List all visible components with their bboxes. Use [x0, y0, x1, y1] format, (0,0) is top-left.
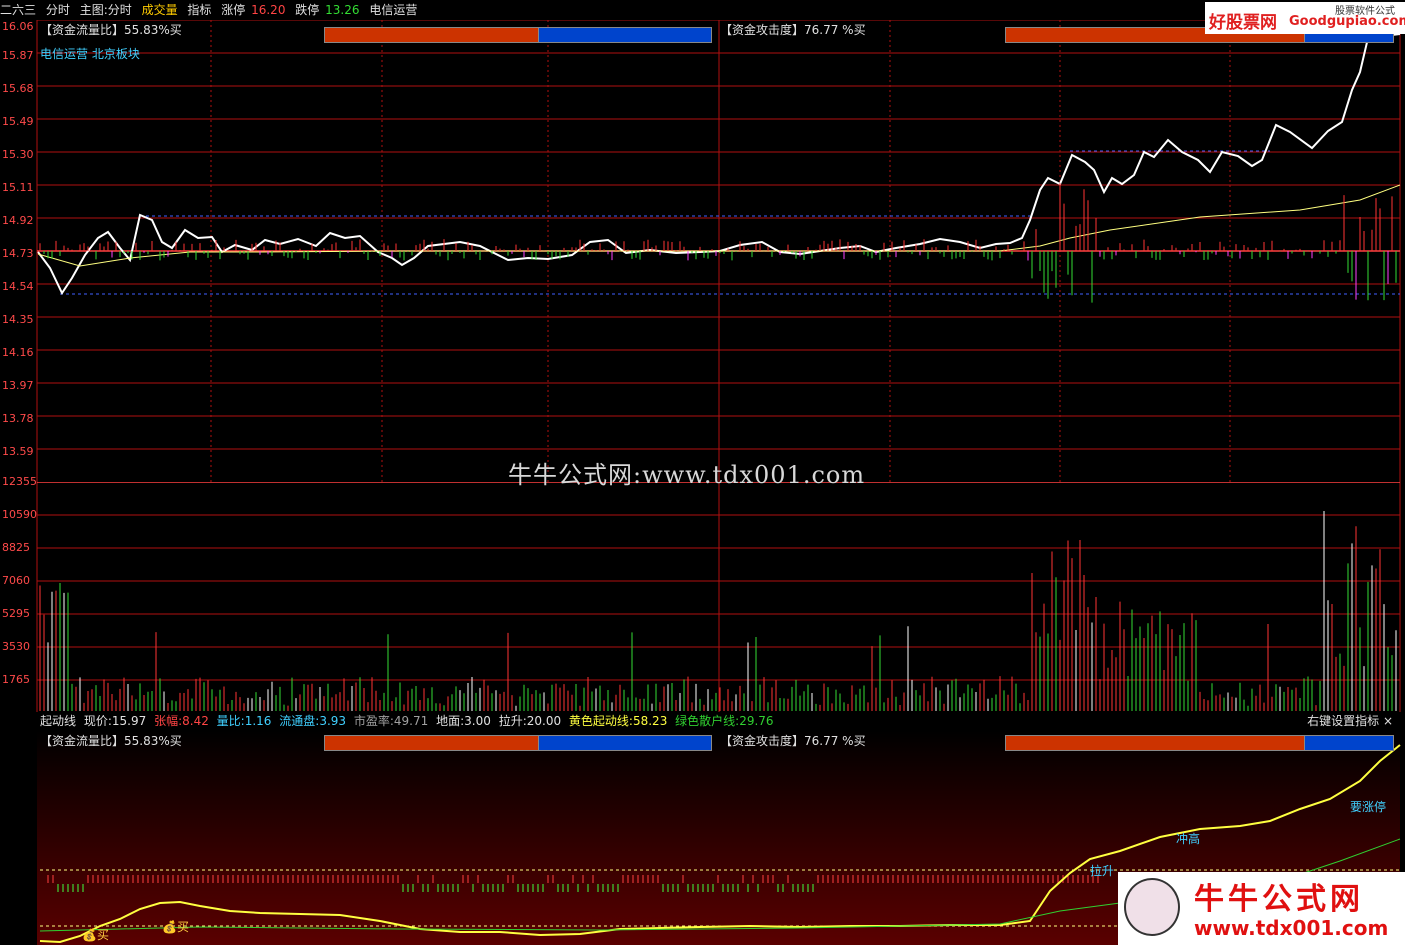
ind-fund-attack-label: 【资金攻击度】76.77 %买 [720, 734, 866, 748]
buy-label-2: 买 [176, 920, 189, 934]
flow-ratio-sell-bar [538, 27, 712, 43]
price-tick: 14.73 [2, 247, 34, 260]
yellow-line-label: 黄色起动线: [568, 714, 633, 728]
volume-label[interactable]: 成交量 [142, 3, 178, 17]
price-tick: 15.30 [2, 148, 34, 161]
price-tick: 14.54 [2, 280, 34, 293]
price-tick: 13.97 [2, 379, 34, 392]
vr-value: 1.16 [244, 714, 272, 728]
main-chart-label[interactable]: 主图:分时 [80, 3, 132, 17]
ind-flow-ratio-sell-bar [538, 735, 712, 751]
price-tick: 13.78 [2, 412, 34, 425]
price-tick: 16.06 [2, 20, 34, 33]
money-bag-icon: 💰 [82, 928, 97, 942]
ground-value: 3.00 [464, 714, 491, 728]
volume-tick: 1765 [2, 673, 30, 686]
stock-code: 二六三 [0, 3, 37, 17]
fund-flow-ratio-label: 【资金流量比】55.83%买 [40, 23, 182, 37]
pull-label: 拉升: [498, 714, 527, 728]
pe-label: 市盈率: [353, 714, 394, 728]
price-tick: 15.11 [2, 181, 34, 194]
price-tick: 14.35 [2, 313, 34, 326]
logo-goodgupiao: 好股票网 Goodgupiao.com 股票软件公式 [1205, 2, 1405, 34]
volume-tick: 8825 [2, 541, 30, 554]
fund-attack-label: 【资金攻击度】76.77 %买 [720, 23, 866, 37]
logo-top-tag: 股票软件公式 [1335, 6, 1395, 17]
price-tick: 14.92 [2, 214, 34, 227]
limit-down-value: 13.26 [325, 3, 360, 17]
change-value: 8.42 [182, 714, 209, 728]
buy-label-1: 买 [96, 928, 109, 942]
pe-value: 49.71 [393, 714, 429, 728]
limit-down-label: 跌停 [295, 3, 320, 17]
mode-tab[interactable]: 分时 [46, 3, 70, 17]
limit-up-label: 涨停 [221, 3, 246, 17]
vr-label: 量比: [216, 714, 245, 728]
volume-tick: 5295 [2, 607, 30, 620]
green-line-label: 绿色散户线: [675, 714, 740, 728]
indicator-label[interactable]: 指标 [187, 3, 211, 17]
volume-chart[interactable] [0, 482, 1405, 712]
volume-tick: 3530 [2, 640, 30, 653]
price-tick: 14.16 [2, 346, 34, 359]
price-tick: 15.87 [2, 49, 34, 62]
price-tick: 15.49 [2, 115, 34, 128]
annotation-high: 冲高 [1176, 832, 1201, 846]
ground-label: 地面: [436, 714, 465, 728]
price-chart[interactable] [0, 20, 1405, 482]
indicator-info-bar: 起动线 现价:15.97 张幅:8.42 量比:1.16 流通盘:3.93 市盈… [0, 712, 1405, 731]
annotation-pull: 拉升 [1090, 864, 1115, 878]
cow-mascot-icon [1124, 878, 1180, 936]
pull-value: 20.00 [526, 714, 562, 728]
price-tick: 13.59 [2, 445, 34, 458]
price-tick: 15.68 [2, 82, 34, 95]
logo-tdx001: 牛牛公式网 www.tdx001.com [1118, 872, 1405, 945]
logo-bottom-site: www.tdx001.com [1194, 916, 1389, 940]
flow-ratio-buy-bar [324, 27, 539, 43]
sector-tags: 电信运营 北京板块 [40, 47, 140, 61]
ind-flow-ratio-buy-bar [324, 735, 539, 751]
indicator-name[interactable]: 起动线 [40, 714, 76, 728]
annotation-buy-2: 💰买 [162, 918, 189, 935]
float-label: 流通盘: [279, 714, 320, 728]
indicator-settings-hint[interactable]: 右键设置指标 × [1307, 712, 1393, 731]
money-bag-icon: 💰 [162, 920, 177, 934]
annotation-buy-1: 💰买 [82, 926, 109, 943]
change-label: 张幅: [154, 714, 183, 728]
green-line-value: 29.76 [739, 714, 774, 728]
yellow-line-value: 58.23 [632, 714, 668, 728]
ind-fund-flow-ratio-label: 【资金流量比】55.83%买 [40, 734, 182, 748]
price-label: 现价: [83, 714, 112, 728]
limit-up-value: 16.20 [251, 3, 286, 17]
volume-tick: 10590 [2, 508, 37, 521]
volume-tick: 7060 [2, 574, 30, 587]
logo-top-name: 好股票网 [1209, 13, 1277, 33]
sector-label: 电信运营 [369, 3, 418, 17]
volume-tick: 12355 [2, 475, 37, 488]
top-info-bar: 二六三 分时 主图:分时 成交量 指标 涨停 16.20 跌停 13.26 电信… [0, 0, 1405, 20]
ind-attack-buy-bar [1005, 735, 1305, 751]
price-value: 15.97 [111, 714, 147, 728]
float-value: 3.93 [319, 714, 347, 728]
annotation-limit-up: 要涨停 [1350, 800, 1387, 814]
logo-bottom-name: 牛牛公式网 [1194, 882, 1364, 917]
watermark: 牛牛公式网:www.tdx001.com [508, 461, 866, 489]
ind-attack-sell-bar [1304, 735, 1394, 751]
